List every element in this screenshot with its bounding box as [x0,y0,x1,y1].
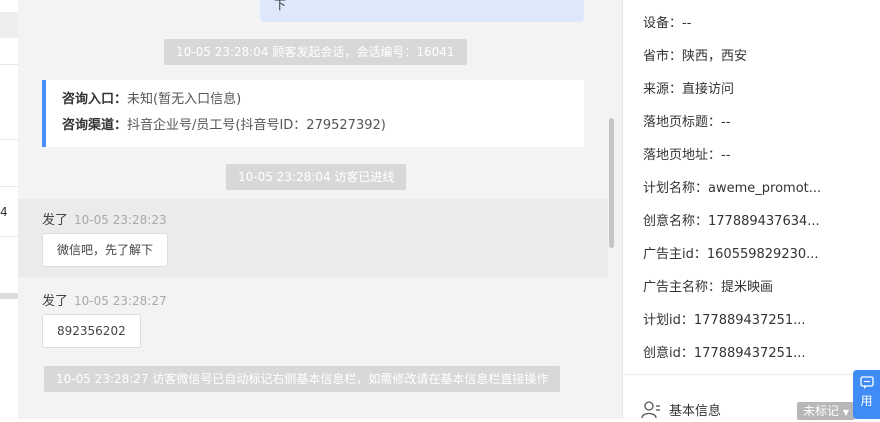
list-item-selected[interactable] [0,12,18,38]
info-value: -- [721,148,731,163]
info-value: 直接访问 [682,82,735,97]
consult-entry-label: 咨询入口： [62,92,128,107]
message-sender: 发了 [42,213,69,228]
info-plan-id: 计划id：177889437251... [643,309,806,328]
message-time: 10-05 23:28:27 [74,294,167,308]
info-region: 省市：陕西，西安 [643,45,747,64]
info-label: 来源： [643,82,683,97]
info-device: 设备：-- [643,12,691,31]
agent-message-text: 下 [274,0,287,12]
agent-message-bubble: 下 [260,0,584,22]
info-value: 177889437251... [693,346,806,361]
info-label: 省市： [643,49,683,64]
caret-down-icon: ▼ [842,408,849,417]
info-label: 落地页地址： [643,148,722,163]
info-label: 落地页标题： [643,115,722,130]
info-landing-title: 落地页标题：-- [643,111,730,130]
system-notice-session-start: 10-05 23:28:04 顾客发起会话，会话编号：16041 [164,39,467,65]
info-source: 来源：直接访问 [643,78,734,97]
message-header: 发了 10-05 23:28:23 [42,209,167,228]
visitor-message: 发了 10-05 23:28:23 微信吧，先了解下 [18,199,608,277]
chat-panel: 下 10-05 23:28:04 顾客发起会话，会话编号：16041 咨询入口：… [18,0,622,419]
list-scrollbar[interactable] [0,293,18,299]
conversation-list-edge: 4 [0,0,18,419]
list-divider [0,64,18,65]
info-value: 提米映画 [721,280,774,295]
basic-info-section-header[interactable]: 基本信息 [641,400,721,419]
info-label: 计划id： [643,313,694,328]
system-notice-visitor-joined: 10-05 23:28:04 访客已进线 [226,164,407,190]
info-advertiser-id: 广告主id：160559829230... [643,243,819,262]
info-plan-name: 计划名称：aweme_promot... [643,177,821,196]
info-value: -- [682,16,692,31]
info-value: 160559829230... [706,247,819,262]
info-label: 计划名称： [643,181,709,196]
info-label: 创意名称： [643,214,709,229]
list-divider [0,139,18,140]
feedback-float-button[interactable]: 用 [853,370,880,419]
message-bubble[interactable]: 892356202 [42,314,141,348]
list-item-fragment: 4 [0,205,8,219]
user-icon [641,400,660,418]
consult-entry-value: 未知(暂无入口信息) [127,92,242,107]
visitor-info-panel: 设备：-- 省市：陕西，西安 来源：直接访问 落地页标题：-- 落地页地址：--… [622,0,880,420]
info-value: 177889437251... [693,313,806,328]
info-value: -- [721,115,731,130]
message-time: 10-05 23:28:23 [74,213,167,227]
message-sender: 发了 [42,294,69,309]
info-label: 广告主名称： [643,280,722,295]
info-creative-id: 创意id：177889437251... [643,342,806,361]
visitor-message: 发了 10-05 23:28:27 892356202 [18,280,608,358]
info-label: 设备： [643,16,683,31]
unmarked-tag-dropdown[interactable]: 未标记 ▼ [797,402,855,420]
info-label: 创意id： [643,346,694,361]
info-advertiser-name: 广告主名称：提米映画 [643,276,773,295]
tag-label: 未标记 [803,404,840,418]
float-button-label: 用 [860,394,873,408]
consult-channel-label: 咨询渠道： [62,118,128,133]
chat-icon [859,376,874,389]
chat-scrollbar[interactable] [609,118,614,248]
message-bubble[interactable]: 微信吧，先了解下 [42,233,169,267]
info-landing-url: 落地页地址：-- [643,144,730,163]
info-value: aweme_promot... [708,181,822,196]
info-value: 陕西，西安 [682,49,748,64]
section-divider [623,374,880,375]
info-label: 广告主id： [643,247,707,262]
consult-info-card: 咨询入口：未知(暂无入口信息) 咨询渠道：抖音企业号/员工号(抖音号ID：279… [42,80,584,147]
info-value: 177889437634... [708,214,820,229]
consult-channel-value: 抖音企业号/员工号(抖音号ID：279527392) [127,118,386,133]
basic-info-title: 基本信息 [669,404,722,419]
info-creative-name: 创意名称：177889437634... [643,210,820,229]
system-notice-wechat-marked: 10-05 23:28:27 访客微信号已自动标记右侧基本信息栏，如需修改请在基… [44,366,561,392]
list-divider [0,236,18,237]
message-header: 发了 10-05 23:28:27 [42,290,167,309]
list-divider [0,186,18,187]
